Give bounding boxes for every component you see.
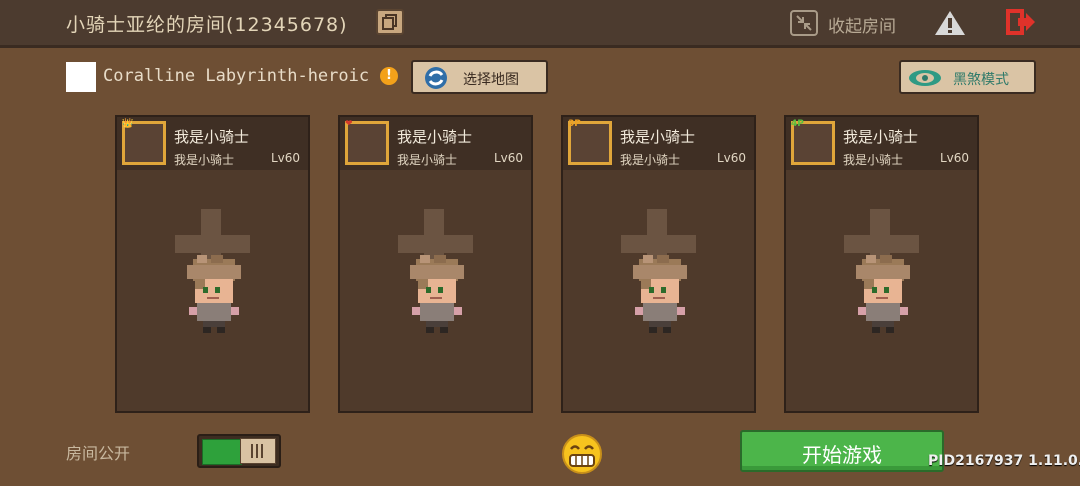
player-slot[interactable]: 👑 我是小骑士 我是小骑士 Lv60 xyxy=(115,115,310,413)
player-badge-icon: 👑 xyxy=(122,119,134,129)
player-slot[interactable]: ❤ 我是小骑士 我是小骑士 Lv60 xyxy=(338,115,533,413)
toggle-knob[interactable] xyxy=(240,438,276,464)
collapse-icon xyxy=(790,10,818,36)
knight-character-icon xyxy=(410,255,464,333)
room-title: 小骑士亚纶的房间(12345678) xyxy=(66,14,348,36)
knight-character-icon xyxy=(633,255,687,333)
player-badge-icon: ❤ xyxy=(345,119,353,129)
player-name: 我是小骑士 xyxy=(843,128,919,146)
start-game-button[interactable]: 开始游戏 xyxy=(740,430,944,472)
player-slot-header: ❤ 我是小骑士 我是小骑士 Lv60 xyxy=(340,117,531,170)
refresh-icon xyxy=(425,67,447,89)
knight-character-icon xyxy=(187,255,241,333)
player-subname: 我是小骑士 xyxy=(174,153,235,167)
room-public-toggle[interactable] xyxy=(197,434,281,468)
exit-icon[interactable] xyxy=(1006,9,1036,35)
player-subname: 我是小骑士 xyxy=(843,153,904,167)
player-slot[interactable]: 4P 我是小骑士 我是小骑士 Lv60 xyxy=(784,115,979,413)
player-subname: 我是小骑士 xyxy=(397,153,458,167)
player-level: Lv60 xyxy=(270,151,300,165)
warning-icon[interactable] xyxy=(934,10,966,36)
map-checkbox[interactable] xyxy=(66,62,96,92)
start-game-label: 开始游戏 xyxy=(802,443,882,467)
player-slot-header: 👑 我是小骑士 我是小骑士 Lv60 xyxy=(117,117,308,170)
eye-icon xyxy=(909,70,941,86)
player-level: Lv60 xyxy=(716,151,746,165)
player-badge-icon: 3P xyxy=(568,119,581,129)
player-level: Lv60 xyxy=(493,151,523,165)
map-info-icon[interactable]: ! xyxy=(380,67,398,85)
copy-room-id-button[interactable] xyxy=(376,9,404,35)
player-name: 我是小骑士 xyxy=(397,128,473,146)
grin-emoji-icon[interactable] xyxy=(561,434,603,474)
select-map-label: 选择地图 xyxy=(463,72,519,88)
player-badge-icon: 4P xyxy=(791,119,804,129)
dark-mode-label: 黑煞模式 xyxy=(953,72,1009,88)
dark-mode-button[interactable]: 黑煞模式 xyxy=(899,60,1036,94)
player-slot-header: 3P 我是小骑士 我是小骑士 Lv60 xyxy=(563,117,754,170)
player-name: 我是小骑士 xyxy=(174,128,250,146)
player-slot[interactable]: 3P 我是小骑士 我是小骑士 Lv60 xyxy=(561,115,756,413)
collapse-room-label: 收起房间 xyxy=(828,17,896,37)
top-bar: 小骑士亚纶的房间(12345678) 收起房间 xyxy=(0,0,1080,48)
player-level: Lv60 xyxy=(939,151,969,165)
player-subname: 我是小骑士 xyxy=(620,153,681,167)
select-map-button[interactable]: 选择地图 xyxy=(411,60,548,94)
copy-icon xyxy=(382,14,397,30)
map-name: Coralline Labyrinth-heroic xyxy=(103,66,370,86)
knight-character-icon xyxy=(856,255,910,333)
version-text: PID2167937 1.11.0.9 xyxy=(928,453,1080,469)
toggle-on-track xyxy=(202,439,242,465)
room-public-label: 房间公开 xyxy=(66,444,131,463)
player-name: 我是小骑士 xyxy=(620,128,696,146)
player-slot-header: 4P 我是小骑士 我是小骑士 Lv60 xyxy=(786,117,977,170)
